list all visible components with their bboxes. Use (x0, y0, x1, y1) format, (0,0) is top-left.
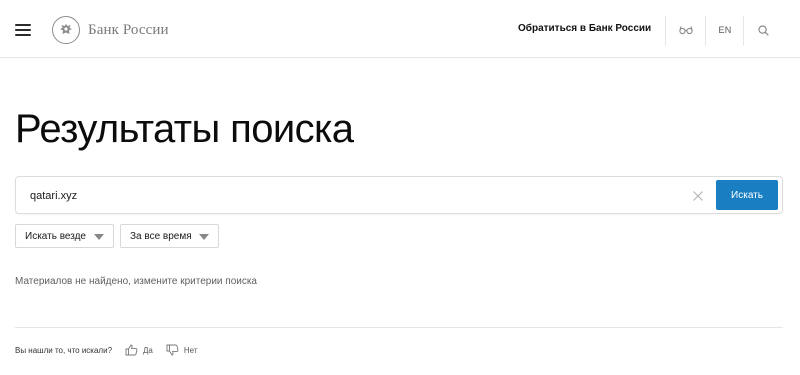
chevron-down-icon (94, 234, 104, 240)
thumbs-up-icon (125, 344, 138, 356)
feedback-panel: Вы нашли то, что искали? Да Нет (15, 343, 198, 357)
feedback-no-button[interactable]: Нет (166, 344, 198, 356)
feedback-no-label: Нет (183, 345, 198, 355)
no-results-message: Материалов не найдено, измените критерии… (15, 276, 257, 287)
eagle-emblem-icon (52, 16, 80, 44)
search-icon[interactable] (756, 22, 770, 38)
language-switch-button[interactable]: EN (716, 22, 734, 38)
site-header: Банк России Обратиться в Банк России EN (0, 0, 800, 58)
header-divider (743, 16, 744, 46)
thumbs-down-icon (166, 344, 179, 356)
site-logo[interactable]: Банк России (52, 15, 169, 45)
search-button[interactable]: Искать (716, 180, 778, 210)
chevron-down-icon (199, 234, 209, 240)
page-title: Результаты поиска (15, 107, 354, 151)
search-input[interactable] (30, 187, 670, 205)
period-filter-dropdown[interactable]: За все время (120, 224, 219, 248)
logo-text: Банк России (88, 21, 169, 38)
page: Банк России Обратиться в Банк России EN … (0, 0, 800, 375)
scope-filter-label: Искать везде (25, 230, 86, 242)
contact-bank-link[interactable]: Обратиться в Банк России (518, 23, 651, 34)
glasses-icon[interactable] (677, 22, 695, 38)
scope-filter-dropdown[interactable]: Искать везде (15, 224, 114, 248)
footer-divider (15, 327, 783, 328)
search-bar: Искать (15, 176, 783, 214)
feedback-yes-label: Да (143, 345, 153, 355)
feedback-yes-button[interactable]: Да (125, 344, 153, 356)
hamburger-menu-icon[interactable] (15, 24, 31, 36)
period-filter-label: За все время (130, 230, 192, 242)
header-divider (705, 16, 706, 46)
clear-icon[interactable] (692, 189, 704, 201)
header-divider (665, 16, 666, 46)
feedback-question: Вы нашли то, что искали? (15, 345, 113, 355)
